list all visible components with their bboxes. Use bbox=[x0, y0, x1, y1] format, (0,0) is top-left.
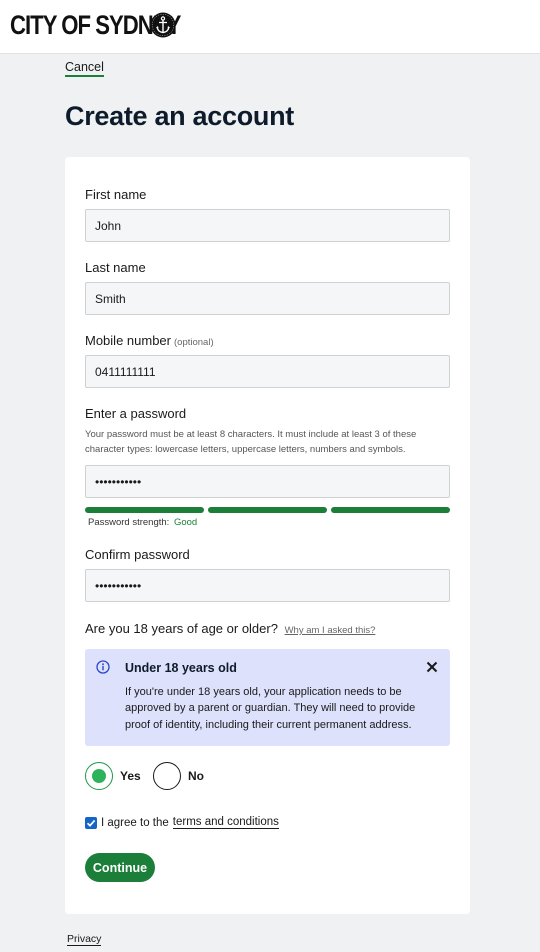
radio-yes-circle[interactable] bbox=[85, 762, 113, 790]
age-question-text: Are you 18 years of age or older? bbox=[85, 621, 278, 636]
terms-link[interactable]: terms and conditions bbox=[172, 816, 279, 829]
mobile-number-input[interactable] bbox=[85, 355, 450, 388]
why-asked-link[interactable]: Why am I asked this? bbox=[285, 625, 376, 636]
confirm-password-label: Confirm password bbox=[85, 547, 190, 562]
strength-value: Good bbox=[173, 517, 198, 528]
privacy-link[interactable]: Privacy bbox=[67, 933, 102, 946]
cancel-link[interactable]: Cancel bbox=[65, 60, 104, 77]
page-title: Create an account bbox=[65, 101, 294, 131]
strength-label: Password strength: bbox=[88, 517, 170, 528]
last-name-label: Last name bbox=[85, 260, 146, 275]
password-strength-text: Password strength: Good bbox=[88, 517, 197, 528]
checkmark-icon bbox=[86, 819, 96, 827]
agree-checkbox[interactable] bbox=[85, 816, 97, 829]
age-question: Are you 18 years of age or older? Why am… bbox=[85, 621, 375, 636]
strength-segment-2 bbox=[208, 507, 327, 513]
mobile-number-label-text: Mobile number bbox=[85, 333, 171, 348]
password-label: Enter a password bbox=[85, 406, 187, 421]
optional-hint: (optional) bbox=[174, 337, 214, 348]
info-box-title: Under 18 years old bbox=[125, 661, 237, 675]
create-account-form: First name Last name Mobile number(optio… bbox=[65, 157, 470, 914]
strength-segment-1 bbox=[85, 507, 204, 513]
close-icon[interactable] bbox=[424, 659, 440, 675]
anchor-emblem-icon bbox=[150, 12, 176, 38]
continue-button[interactable]: Continue bbox=[85, 853, 155, 882]
site-header: CITY OF SYDNEY bbox=[0, 0, 540, 54]
radio-yes[interactable]: Yes bbox=[85, 762, 141, 790]
radio-no-label: No bbox=[188, 769, 204, 783]
password-help-text: Your password must be at least 8 charact… bbox=[85, 429, 417, 455]
last-name-input[interactable] bbox=[85, 282, 450, 315]
agree-terms-row: I agree to the terms and conditions bbox=[85, 816, 279, 829]
mobile-number-label: Mobile number (optional) bbox=[85, 333, 214, 348]
info-icon bbox=[96, 660, 110, 674]
confirm-password-input[interactable] bbox=[85, 569, 450, 602]
agree-prefix: I agree to the bbox=[101, 816, 169, 829]
first-name-input[interactable] bbox=[85, 209, 450, 242]
under-18-info-box: Under 18 years old If you're under 18 ye… bbox=[85, 649, 450, 746]
city-of-sydney-logo[interactable]: CITY OF SYDNEY bbox=[10, 10, 218, 40]
password-strength-meter bbox=[85, 507, 450, 513]
strength-segment-3 bbox=[331, 507, 450, 513]
first-name-label: First name bbox=[85, 187, 147, 202]
password-input[interactable] bbox=[85, 465, 450, 498]
radio-no[interactable]: No bbox=[153, 762, 204, 790]
info-box-body: If you're under 18 years old, your appli… bbox=[125, 686, 416, 731]
radio-no-circle[interactable] bbox=[153, 762, 181, 790]
radio-yes-label: Yes bbox=[120, 769, 141, 783]
